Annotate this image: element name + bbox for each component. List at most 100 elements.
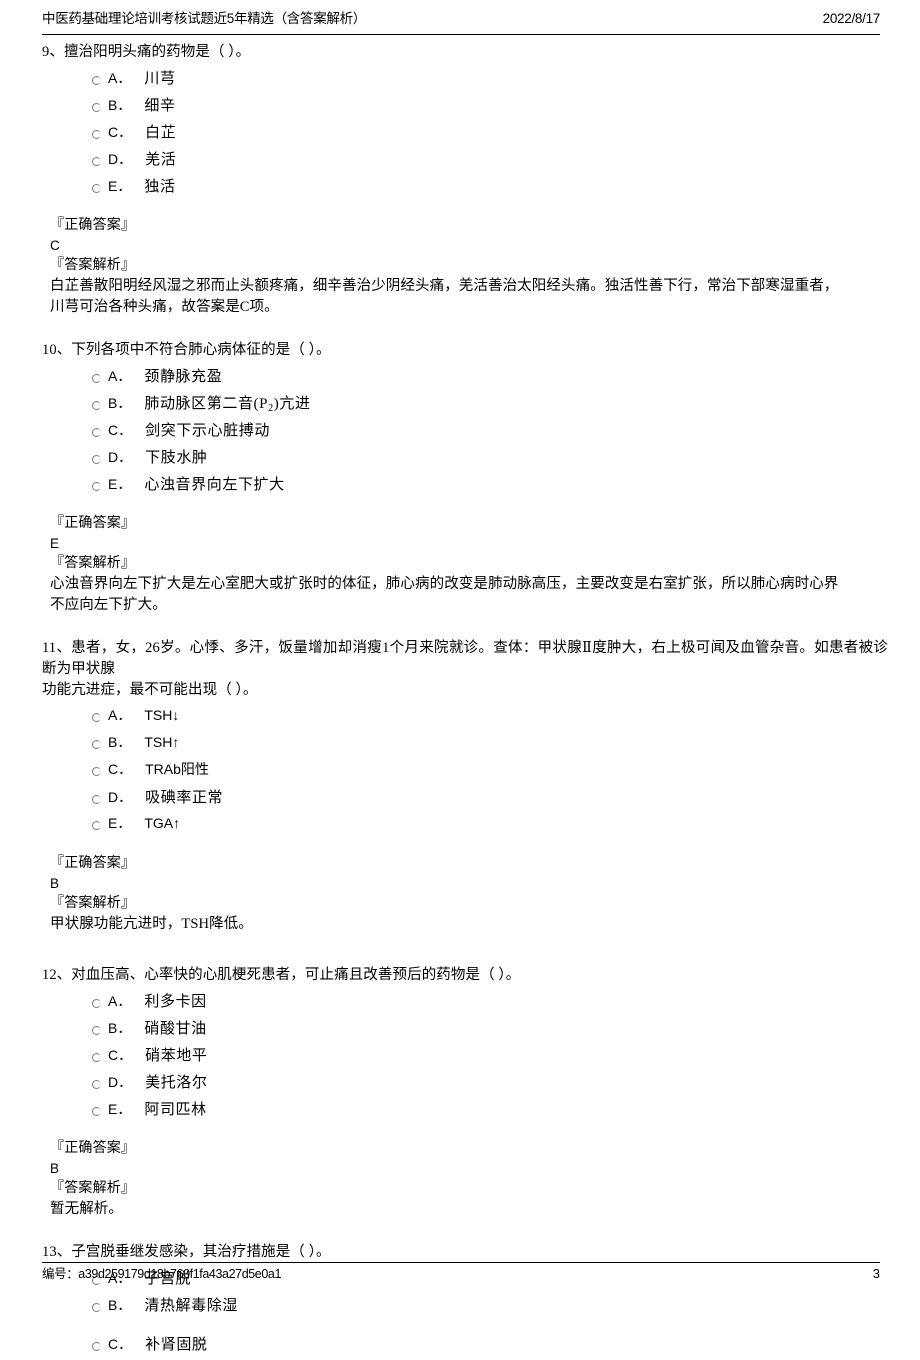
option-letter: A． [108, 368, 132, 384]
option-letter: C． [108, 761, 133, 777]
option-row[interactable]: E． 阿司匹林 [0, 1098, 920, 1125]
radio-button-icon[interactable] [92, 401, 101, 410]
option-row[interactable]: D． 美托洛尔 [0, 1071, 920, 1098]
radio-button-icon[interactable] [92, 76, 101, 85]
radio-button-icon[interactable] [92, 767, 101, 776]
option-letter: A． [108, 70, 132, 86]
option-row[interactable]: B． 硝酸甘油 [0, 1017, 920, 1044]
radio-button-icon[interactable] [92, 103, 101, 112]
question-stem: 11、患者，女，26岁。心悸、多汗，饭量增加却消瘦1个月来院就诊。查体：甲状腺Ⅱ… [42, 640, 888, 677]
option-text: 川芎 [144, 71, 176, 87]
page-footer: 编号：a39d259179d18b760f1fa43a27d5e0a1 3 [42, 1262, 880, 1282]
option-text: 剑突下示心脏搏动 [145, 423, 270, 439]
radio-button-icon[interactable] [92, 428, 101, 437]
document-id: 编号：a39d259179d18b760f1fa43a27d5e0a1 [42, 1267, 282, 1281]
radio-button-icon[interactable] [92, 157, 101, 166]
option-text: 颈静脉充盈 [144, 369, 223, 385]
question-block-13: 13、子宫脱垂继发感染，其治疗措施是（ ）。 A． 子宫脱 B． 清热解毒除湿 … [0, 1242, 920, 1360]
radio-button-icon[interactable] [92, 1026, 101, 1035]
question-stem: 10、下列各项中不符合肺心病体征的是（ ）。 [42, 342, 331, 358]
option-row[interactable]: A． TSH↓ [0, 705, 920, 732]
option-row[interactable]: C． 白芷 [0, 121, 920, 148]
radio-button-icon[interactable] [92, 795, 101, 804]
option-letter: D． [108, 789, 133, 805]
option-text: 硝酸甘油 [144, 1021, 207, 1037]
option-text: 细辛 [144, 98, 176, 114]
option-letter: D． [108, 1074, 133, 1090]
option-text: 独活 [144, 179, 176, 195]
document-title: 中医药基础理论培训考核试题近5年精选（含答案解析） [42, 11, 367, 26]
answer-area: 『正确答案』 B 『答案解析』 甲状腺功能亢进时，TSH降低。 [0, 854, 920, 935]
question-stem: 9、擅治阳明头痛的药物是（ ）。 [42, 44, 251, 60]
option-row[interactable]: A． 川芎 [0, 67, 920, 94]
radio-button-icon[interactable] [92, 713, 101, 722]
correct-answer-label: 『正确答案』 [50, 1141, 136, 1156]
option-letter: E． [108, 1101, 132, 1117]
option-row[interactable]: E． TGA↑ [0, 813, 920, 840]
option-row[interactable]: B． TSH↑ [0, 732, 920, 759]
radio-button-icon[interactable] [92, 1303, 101, 1312]
radio-button-icon[interactable] [92, 1080, 101, 1089]
option-letter: E． [108, 476, 132, 492]
answer-analysis-text: 甲状腺功能亢进时，TSH降低。 [50, 916, 253, 932]
correct-answer-label: 『正确答案』 [50, 516, 136, 531]
option-row[interactable]: A． 利多卡因 [0, 990, 920, 1017]
radio-button-icon[interactable] [92, 1053, 101, 1062]
option-row[interactable]: B． 清热解毒除湿 [0, 1294, 920, 1321]
option-letter: E． [108, 815, 132, 831]
question-block-10: 10、下列各项中不符合肺心病体征的是（ ）。 A． 颈静脉充盈 B． 肺动脉区第… [0, 340, 920, 616]
option-row[interactable]: C． 剑突下示心脏搏动 [0, 419, 920, 446]
answer-analysis-label: 『答案解析』 [50, 1181, 136, 1196]
radio-button-icon[interactable] [92, 130, 101, 139]
answer-analysis-text: 白芷善散阳明经风湿之邪而止头额疼痛，细辛善治少阴经头痛，羌活善治太阳经头痛。独活… [50, 278, 839, 294]
option-list: A． 利多卡因 B． 硝酸甘油 C． 硝苯地平 D． 美托洛尔 E． 阿司匹林 [0, 990, 920, 1125]
radio-button-icon[interactable] [92, 1342, 101, 1351]
option-letter: C． [108, 1336, 133, 1352]
option-row[interactable]: E． 独活 [0, 175, 920, 202]
option-letter: C． [108, 422, 133, 438]
option-row[interactable]: C． 硝苯地平 [0, 1044, 920, 1071]
correct-answer-label: 『正确答案』 [50, 856, 136, 871]
option-row[interactable]: C． TRAb阳性 [0, 759, 920, 786]
option-letter: D． [108, 449, 133, 465]
option-text: 硝苯地平 [145, 1048, 208, 1064]
question-block-12: 12、对血压高、心率快的心肌梗死患者，可止痛且改善预后的药物是（ ）。 A． 利… [0, 965, 920, 1220]
option-text: TGA↑ [144, 815, 181, 831]
correct-answer-value: B [50, 1161, 60, 1176]
option-row[interactable]: D． 下肢水肿 [0, 446, 920, 473]
option-letter: D． [108, 151, 133, 167]
question-block-9: 9、擅治阳明头痛的药物是（ ）。 A． 川芎 B． 细辛 C． 白芷 D． 羌活… [0, 42, 920, 318]
option-row[interactable]: B． 细辛 [0, 94, 920, 121]
answer-analysis-text: 暂无解析。 [50, 1201, 123, 1217]
option-row[interactable]: D． 羌活 [0, 148, 920, 175]
page-header: 中医药基础理论培训考核试题近5年精选（含答案解析） 2022/8/17 [42, 10, 880, 35]
answer-analysis-text: 心浊音界向左下扩大是左心室肥大或扩张时的体征，肺心病的改变是肺动脉高压，主要改变… [50, 576, 839, 592]
option-text: 白芷 [145, 125, 177, 141]
option-text: 清热解毒除湿 [144, 1298, 238, 1314]
option-row[interactable]: A． 颈静脉充盈 [0, 365, 920, 392]
radio-button-icon[interactable] [92, 999, 101, 1008]
option-letter: B． [108, 1020, 132, 1036]
correct-answer-value: B [50, 876, 60, 891]
radio-button-icon[interactable] [92, 455, 101, 464]
option-text-pre: 肺动脉区第二音(P [144, 396, 269, 412]
radio-button-icon[interactable] [92, 821, 101, 830]
radio-button-icon[interactable] [92, 740, 101, 749]
option-row[interactable]: B． 肺动脉区第二音(P2)亢进 [0, 392, 920, 419]
radio-button-icon[interactable] [92, 1107, 101, 1116]
option-text: 心浊音界向左下扩大 [144, 477, 285, 493]
radio-button-icon[interactable] [92, 482, 101, 491]
option-row[interactable]: D． 吸碘率正常 [0, 786, 920, 813]
option-letter: A． [108, 993, 132, 1009]
option-text: 补肾固脱 [145, 1337, 208, 1353]
radio-button-icon[interactable] [92, 184, 101, 193]
answer-analysis-label: 『答案解析』 [50, 258, 136, 273]
answer-analysis-label: 『答案解析』 [50, 556, 136, 571]
option-row[interactable]: C． 补肾固脱 [0, 1333, 920, 1360]
answer-analysis-text-cont: 川芎可治各种头痛，故答案是C项。 [50, 299, 279, 315]
option-row[interactable]: E． 心浊音界向左下扩大 [0, 473, 920, 500]
option-letter: A． [108, 707, 132, 723]
radio-button-icon[interactable] [92, 374, 101, 383]
